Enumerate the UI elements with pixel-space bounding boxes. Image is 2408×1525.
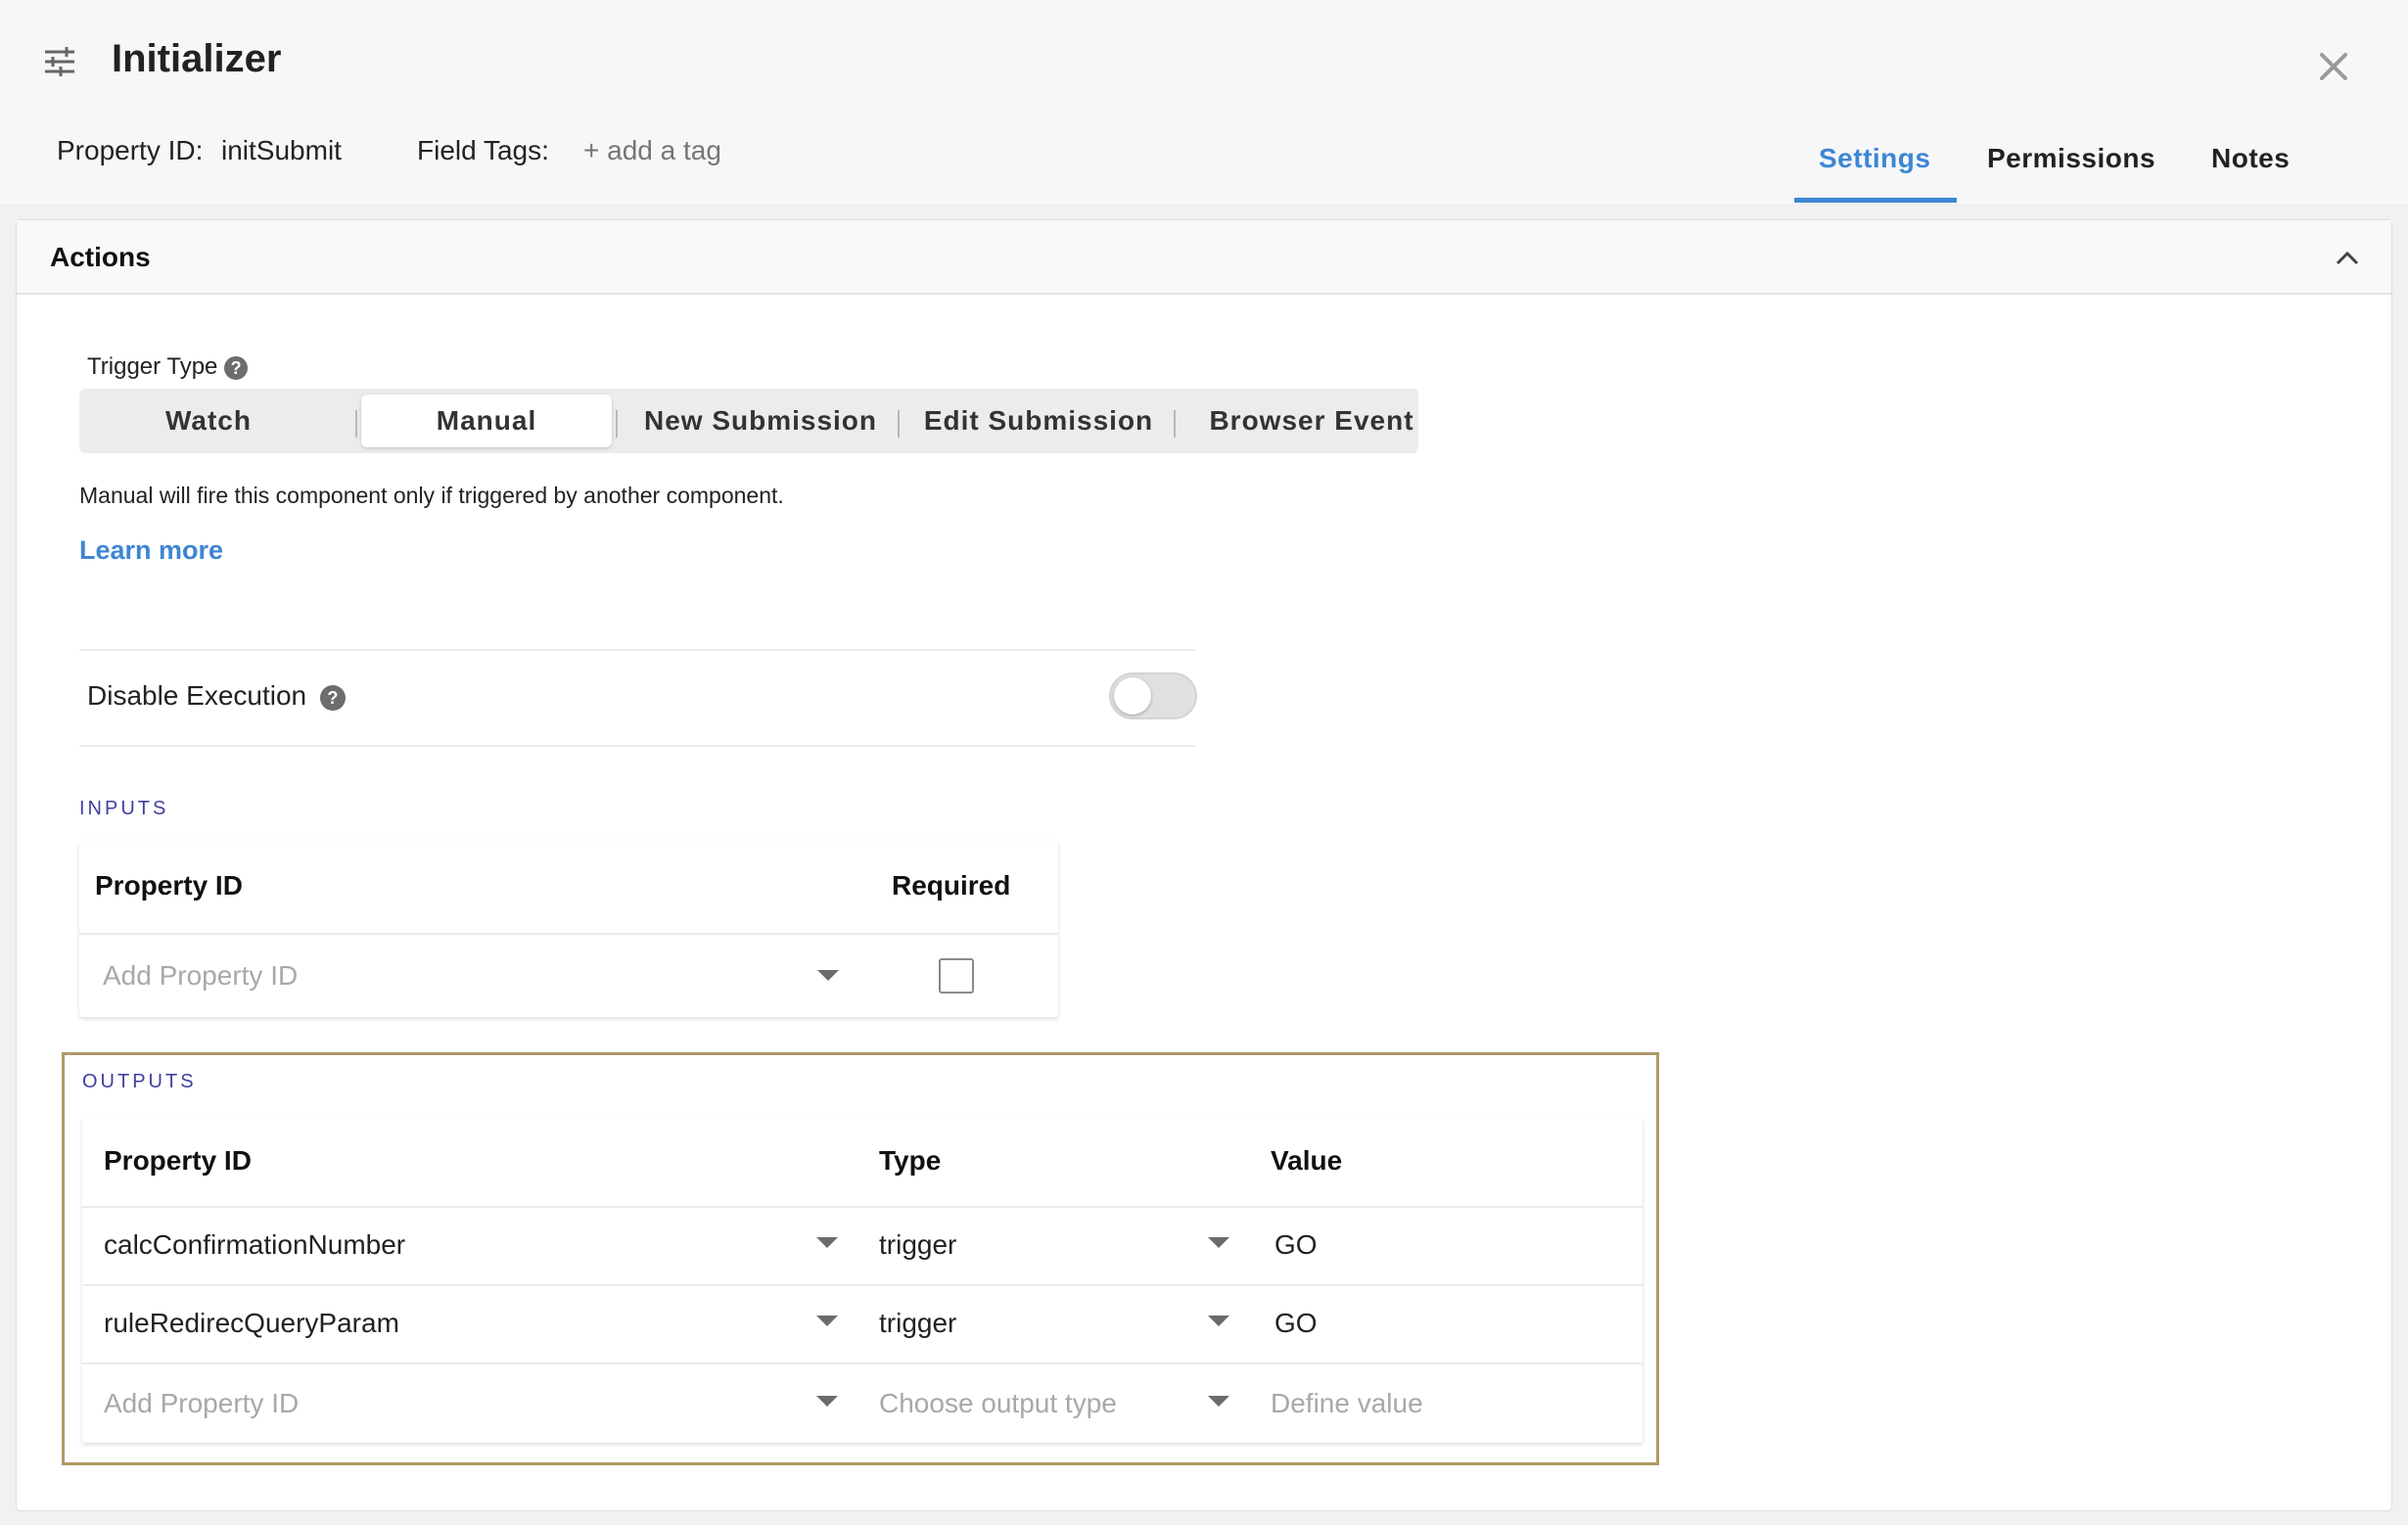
output-new-value-input[interactable]: Define value	[1257, 1364, 1639, 1443]
trigger-type-label: Trigger Type ?	[87, 353, 249, 381]
tab-notes[interactable]: Notes	[2211, 143, 2290, 174]
inputs-header-property-id: Property ID	[95, 870, 243, 901]
output-row-2-property-id-select[interactable]: ruleRedirecQueryParam	[82, 1286, 856, 1363]
required-checkbox[interactable]	[939, 958, 974, 994]
segment-divider	[616, 410, 618, 438]
chevron-down-icon[interactable]	[816, 1316, 838, 1326]
output-row-1-type-select[interactable]: trigger	[865, 1208, 1247, 1284]
actions-panel-header[interactable]: Actions	[17, 220, 2391, 295]
property-id-value: initSubmit	[221, 135, 342, 165]
field-tags-label: Field Tags:	[417, 135, 549, 165]
output-new-type-select[interactable]: Choose output type	[865, 1364, 1247, 1443]
output-row-2-type: trigger	[879, 1308, 957, 1338]
help-icon[interactable]: ?	[319, 684, 346, 711]
inputs-header-required: Required	[892, 870, 1011, 901]
help-icon[interactable]: ?	[224, 355, 249, 380]
outputs-header-value: Value	[1271, 1145, 1343, 1176]
outputs-table: Property ID Type Value calcConfirmationN…	[82, 1116, 1643, 1443]
outputs-header-property-id: Property ID	[104, 1145, 252, 1176]
output-new-type-placeholder: Choose output type	[879, 1388, 1117, 1418]
property-id-label: Property ID:	[57, 135, 204, 165]
output-row-1-property-id: calcConfirmationNumber	[104, 1229, 406, 1260]
output-new-property-id-select[interactable]: Add Property ID	[82, 1364, 856, 1443]
actions-panel: Actions Trigger Type ? Watch Manual New …	[16, 219, 2392, 1511]
outputs-section-label: OUTPUTS	[82, 1071, 197, 1092]
output-row-2-value[interactable]: GO	[1274, 1308, 1318, 1339]
settings-sliders-icon[interactable]	[43, 45, 76, 78]
chevron-down-icon[interactable]	[1208, 1316, 1229, 1326]
output-row-1-property-id-select[interactable]: calcConfirmationNumber	[82, 1208, 856, 1284]
disable-execution-text: Disable Execution	[87, 680, 307, 711]
output-new-property-id-placeholder: Add Property ID	[104, 1388, 300, 1418]
toggle-knob	[1114, 677, 1151, 715]
output-new-value-placeholder: Define value	[1271, 1388, 1423, 1418]
trigger-option-manual[interactable]: Manual	[361, 394, 612, 447]
trigger-option-watch[interactable]: Watch	[79, 394, 338, 447]
add-tag-link[interactable]: + add a tag	[583, 135, 721, 166]
chevron-down-icon[interactable]	[817, 970, 839, 981]
segment-divider	[1174, 410, 1176, 438]
active-tab-indicator	[1794, 198, 1957, 203]
disable-execution-row: Disable Execution ?	[79, 649, 1197, 747]
chevron-down-icon[interactable]	[816, 1237, 838, 1248]
trigger-type-selector: Watch Manual New Submission Edit Submiss…	[79, 389, 1418, 453]
trigger-option-browser-event[interactable]: Browser Event	[1178, 394, 1446, 447]
segment-divider	[355, 410, 357, 438]
trigger-option-new-submission[interactable]: New Submission	[624, 394, 898, 447]
segment-divider	[898, 410, 900, 438]
output-row-2-type-select[interactable]: trigger	[865, 1286, 1247, 1363]
modal-header: Initializer Property ID: initSubmit Fiel…	[0, 0, 2408, 204]
close-icon[interactable]	[2316, 49, 2351, 84]
component-title: Initializer	[112, 37, 282, 80]
inputs-table: Property ID Required Add Property ID	[79, 841, 1058, 1017]
panel-title: Actions	[50, 242, 151, 272]
inputs-property-id-select[interactable]: Add Property ID	[79, 935, 862, 1015]
learn-more-link[interactable]: Learn more	[79, 535, 223, 566]
trigger-type-label-text: Trigger Type	[87, 353, 218, 380]
outputs-section-highlight: OUTPUTS Property ID Type Value calcConfi…	[62, 1052, 1659, 1465]
chevron-down-icon[interactable]	[816, 1396, 838, 1407]
output-row-1-type: trigger	[879, 1229, 957, 1260]
disable-execution-toggle[interactable]	[1109, 672, 1197, 719]
outputs-header-type: Type	[879, 1145, 942, 1176]
chevron-up-icon[interactable]	[2333, 244, 2362, 273]
trigger-option-edit-submission[interactable]: Edit Submission	[902, 394, 1176, 447]
disable-execution-label: Disable Execution ?	[87, 680, 346, 712]
trigger-description: Manual will fire this component only if …	[79, 483, 784, 508]
inputs-property-id-placeholder: Add Property ID	[103, 960, 299, 991]
inputs-section-label: INPUTS	[79, 798, 169, 819]
chevron-down-icon[interactable]	[1208, 1237, 1229, 1248]
tab-settings[interactable]: Settings	[1819, 143, 1930, 174]
output-row-1-value[interactable]: GO	[1274, 1229, 1318, 1261]
output-row-2-property-id: ruleRedirecQueryParam	[104, 1308, 399, 1338]
tab-permissions[interactable]: Permissions	[1987, 143, 2155, 174]
chevron-down-icon[interactable]	[1208, 1396, 1229, 1407]
